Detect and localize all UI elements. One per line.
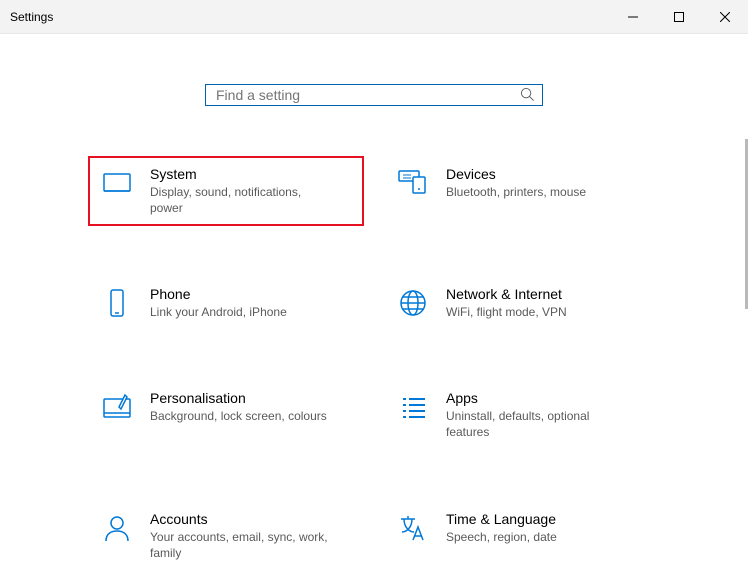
- tile-desc: Background, lock screen, colours: [150, 408, 327, 424]
- tile-title: Network & Internet: [446, 286, 567, 302]
- settings-grid: System Display, sound, notifications, po…: [88, 156, 660, 571]
- tile-apps[interactable]: Apps Uninstall, defaults, optional featu…: [384, 380, 660, 450]
- tile-desc: Uninstall, defaults, optional features: [446, 408, 626, 440]
- minimize-button[interactable]: [610, 0, 656, 33]
- tile-desc: Speech, region, date: [446, 529, 557, 545]
- search-icon: [512, 87, 542, 102]
- accounts-icon: [100, 511, 134, 545]
- tile-title: System: [150, 166, 330, 182]
- time-language-icon: [396, 511, 430, 545]
- tile-title: Personalisation: [150, 390, 327, 406]
- window-controls: [610, 0, 748, 33]
- tile-title: Apps: [446, 390, 626, 406]
- system-icon: [100, 166, 134, 200]
- apps-icon: [396, 390, 430, 424]
- tile-desc: WiFi, flight mode, VPN: [446, 304, 567, 320]
- window-title: Settings: [0, 10, 53, 24]
- tile-desc: Display, sound, notifications, power: [150, 184, 330, 216]
- phone-icon: [100, 286, 134, 320]
- tile-desc: Bluetooth, printers, mouse: [446, 184, 586, 200]
- tile-network[interactable]: Network & Internet WiFi, flight mode, VP…: [384, 276, 660, 330]
- tile-title: Devices: [446, 166, 586, 182]
- tile-desc: Link your Android, iPhone: [150, 304, 287, 320]
- content-area: System Display, sound, notifications, po…: [0, 34, 748, 571]
- minimize-icon: [628, 12, 638, 22]
- close-button[interactable]: [702, 0, 748, 33]
- maximize-button[interactable]: [656, 0, 702, 33]
- tile-title: Time & Language: [446, 511, 557, 527]
- close-icon: [720, 12, 730, 22]
- search-input[interactable]: [206, 85, 512, 105]
- maximize-icon: [674, 12, 684, 22]
- tile-personalisation[interactable]: Personalisation Background, lock screen,…: [88, 380, 364, 450]
- tile-accounts[interactable]: Accounts Your accounts, email, sync, wor…: [88, 501, 364, 571]
- tile-phone[interactable]: Phone Link your Android, iPhone: [88, 276, 364, 330]
- devices-icon: [396, 166, 430, 200]
- tile-devices[interactable]: Devices Bluetooth, printers, mouse: [384, 156, 660, 226]
- network-icon: [396, 286, 430, 320]
- scrollbar[interactable]: [741, 139, 748, 449]
- titlebar: Settings: [0, 0, 748, 34]
- tile-title: Accounts: [150, 511, 330, 527]
- tile-time-language[interactable]: Time & Language Speech, region, date: [384, 501, 660, 571]
- tile-title: Phone: [150, 286, 287, 302]
- search-box[interactable]: [205, 84, 543, 106]
- tile-desc: Your accounts, email, sync, work, family: [150, 529, 330, 561]
- tile-system[interactable]: System Display, sound, notifications, po…: [88, 156, 364, 226]
- personalisation-icon: [100, 390, 134, 424]
